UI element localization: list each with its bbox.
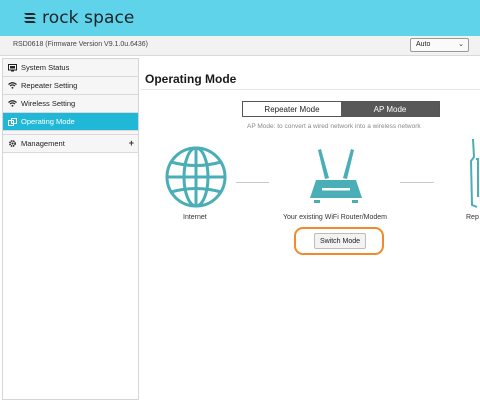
monitor-icon [7,63,17,73]
gear-icon [7,139,17,149]
brand-logo: rock space [23,8,134,28]
rockspace-logo-icon [24,13,36,23]
connector-line [236,182,269,183]
firmware-bar: RSD0618 (Firmware Version V9.1.0u.6436) … [0,36,480,56]
language-selected-value: Auto [416,41,431,48]
language-select[interactable]: Auto ⌄ [410,38,469,52]
switch-mode-button[interactable]: Switch Mode [314,233,366,249]
connector-line [400,182,434,183]
sidebar-item-label: Management [21,139,65,148]
sidebar-item-system-status[interactable]: System Status [3,59,138,77]
router-icon [310,149,362,203]
sidebar: System Status Repeater Setting Wireless … [2,58,139,400]
sidebar-item-label: Wireless Setting [21,99,76,108]
page-title: Operating Mode [145,72,237,86]
sidebar-item-operating-mode[interactable]: Operating Mode [3,113,138,131]
repeater-label: Rep [466,214,479,221]
firmware-version: RSD0618 (Firmware Version V9.1.0u.6436) [13,41,149,48]
brand-name: rock space [42,8,135,28]
router-label: Your existing WiFi Router/Modem [283,214,388,221]
sidebar-item-label: Operating Mode [21,117,75,126]
tab-repeater-mode[interactable]: Repeater Mode [243,102,341,116]
globe-icon [165,146,227,208]
mode-tabs: Repeater Mode AP Mode [242,101,440,117]
expand-plus-icon[interactable]: + [129,138,134,148]
mode-icon [7,117,17,127]
title-divider [141,89,480,90]
sidebar-item-label: System Status [21,63,70,72]
mode-description: AP Mode: to convert a wired network into… [247,123,421,130]
top-header: rock space [0,0,480,36]
main-panel: Operating Mode Repeater Mode AP Mode AP … [141,58,480,400]
sidebar-item-wireless-setting[interactable]: Wireless Setting [3,95,138,113]
sidebar-item-label: Repeater Setting [21,81,78,90]
sidebar-item-repeater-setting[interactable]: Repeater Setting [3,77,138,95]
chevron-down-icon: ⌄ [458,41,464,48]
repeater-device-icon [469,138,479,208]
tab-ap-mode[interactable]: AP Mode [341,102,439,116]
internet-label: Internet [183,214,207,221]
sidebar-item-management[interactable]: Management + [3,135,138,153]
wifi-icon [7,99,17,109]
wifi-icon [7,81,17,91]
